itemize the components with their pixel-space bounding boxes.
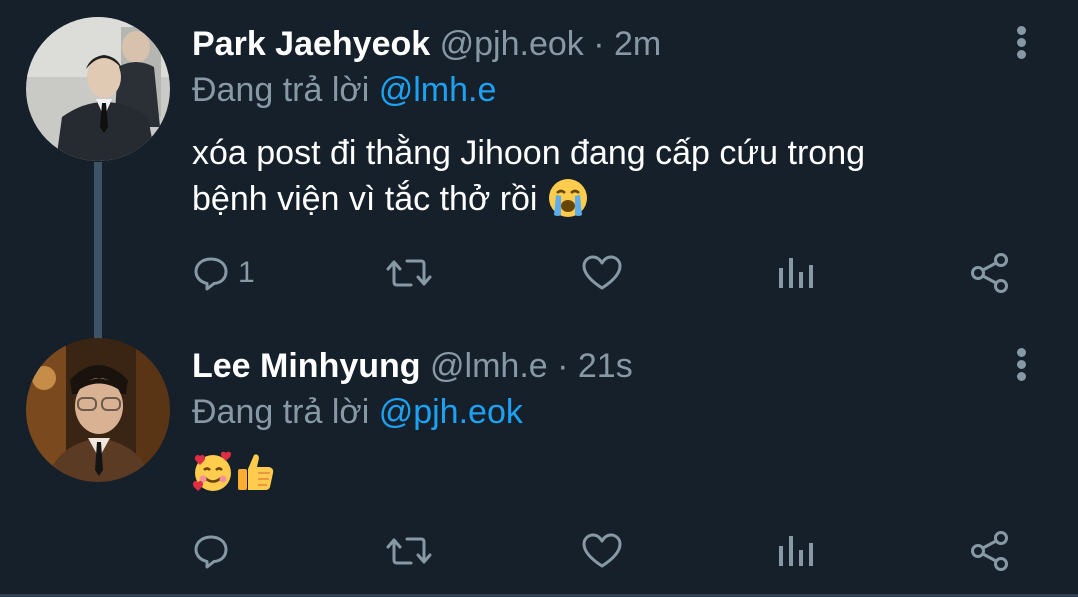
like-button[interactable]: [581, 528, 623, 574]
retweet-button[interactable]: [384, 528, 434, 574]
retweet-icon: [386, 259, 432, 287]
user-handle[interactable]: @lmh.e: [430, 347, 548, 385]
tweet-card[interactable]: Lee Minhyung @lmh.e · 21s Đang trả lời @…: [0, 320, 1078, 597]
tweet-text: [192, 450, 992, 496]
separator-dot: ·: [583, 25, 614, 63]
tweet-card[interactable]: Park Jaehyeok @pjh.eok · 2m Đang trả lời…: [0, 0, 1078, 340]
mention-link[interactable]: @lmh.e: [379, 71, 497, 109]
display-name[interactable]: Park Jaehyeok: [192, 25, 430, 63]
thumbs-up-emoji: [238, 454, 274, 491]
more-options-icon[interactable]: [1010, 346, 1032, 386]
more-options-icon[interactable]: [1010, 24, 1032, 64]
analytics-button[interactable]: [776, 528, 814, 574]
tweet-actions: 1: [0, 250, 1078, 296]
tweet-actions: [0, 528, 1078, 574]
reply-count: 1: [238, 256, 255, 289]
analytics-button[interactable]: [776, 250, 814, 296]
reply-icon: [194, 257, 228, 291]
reply-icon: [194, 535, 228, 569]
tweet-header: Park Jaehyeok @pjh.eok · 2m: [192, 24, 661, 64]
share-icon: [971, 531, 1008, 571]
analytics-icon: [779, 536, 813, 566]
tweet-text: xóa post đi thằng Jihoon đang cấp cứu tr…: [192, 130, 992, 222]
reply-button[interactable]: [192, 528, 230, 574]
loudly-crying-face-emoji: [548, 179, 587, 218]
reply-button[interactable]: 1: [192, 250, 255, 296]
like-button[interactable]: [581, 250, 623, 296]
user-handle[interactable]: @pjh.eok: [440, 25, 584, 63]
analytics-icon: [779, 258, 813, 288]
share-icon: [971, 253, 1008, 293]
replying-to-line: Đang trả lời @pjh.eok: [192, 392, 523, 432]
retweet-button[interactable]: [384, 250, 434, 296]
share-button[interactable]: [969, 528, 1011, 574]
tweet-text-line: xóa post đi thằng Jihoon đang cấp cứu tr…: [192, 134, 866, 172]
avatar[interactable]: [26, 338, 170, 482]
mention-link[interactable]: @pjh.eok: [379, 393, 523, 431]
share-button[interactable]: [969, 250, 1011, 296]
tweet-header: Lee Minhyung @lmh.e · 21s: [192, 346, 633, 386]
replying-to-label: Đang trả lời: [192, 71, 379, 109]
replying-to-line: Đang trả lời @lmh.e: [192, 70, 496, 110]
timestamp[interactable]: 21s: [578, 347, 633, 385]
display-name[interactable]: Lee Minhyung: [192, 347, 421, 385]
tweet-text-line: bệnh viện vì tắc thở rồi: [192, 180, 538, 218]
retweet-icon: [386, 537, 432, 565]
separator-dot: ·: [547, 347, 578, 385]
replying-to-label: Đang trả lời: [192, 393, 379, 431]
like-icon: [582, 255, 622, 290]
avatar[interactable]: [26, 17, 170, 161]
timestamp[interactable]: 2m: [614, 25, 661, 63]
smiling-face-with-hearts-emoji: [192, 451, 232, 492]
like-icon: [582, 533, 622, 568]
